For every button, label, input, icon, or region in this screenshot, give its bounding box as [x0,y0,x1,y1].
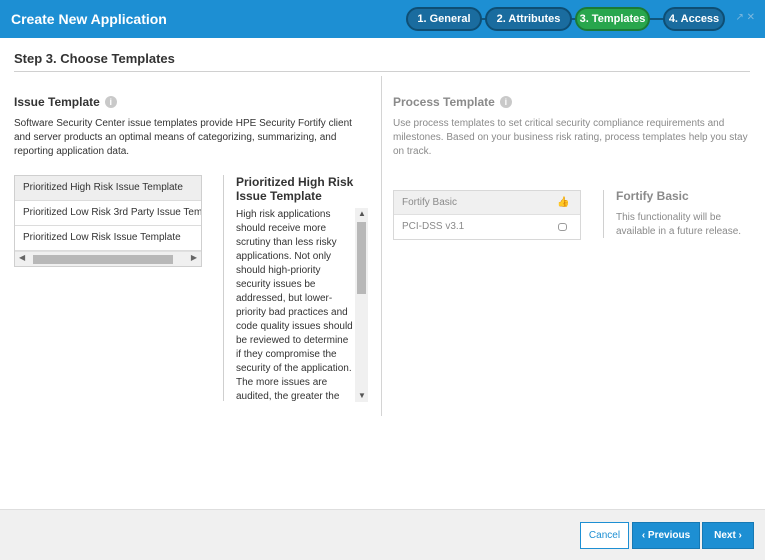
process-template-item[interactable]: Fortify Basic 👍 [394,191,580,215]
scroll-down-icon[interactable]: ▼ [358,391,366,400]
horizontal-scrollbar[interactable]: ◀ ▶ [15,251,201,266]
dialog-title: Create New Application [11,11,167,27]
previous-button[interactable]: ‹ Previous [632,522,700,549]
issue-template-heading: Issue Template i [14,95,117,109]
issue-detail-title: Prioritized High Risk Issue Template [236,175,354,203]
step-templates[interactable]: 3. Templates [575,7,650,31]
radio-icon[interactable] [558,223,567,231]
thumbs-up-icon: 👍 [557,197,570,208]
vertical-scrollbar[interactable]: ▲ ▼ [355,208,368,402]
process-template-title: Process Template [393,95,495,109]
process-template-heading: Process Template i [393,95,512,109]
scroll-left-icon[interactable]: ◀ [19,253,25,262]
process-template-label: Fortify Basic [402,197,458,208]
step-access[interactable]: 4. Access [663,7,725,31]
process-template-item[interactable]: PCI-DSS v3.1 [394,215,580,239]
next-button[interactable]: Next › [702,522,754,549]
scrollbar-thumb[interactable] [33,255,173,264]
issue-detail-text: High risk applications should receive mo… [236,209,353,402]
dialog-header: Create New Application 1. General 2. Att… [0,0,765,38]
process-template-description: Use process templates to set critical se… [393,118,748,157]
process-template-label: PCI-DSS v3.1 [402,221,465,232]
scroll-right-icon[interactable]: ▶ [191,253,197,262]
page-heading: Step 3. Choose Templates [14,51,175,66]
issue-template-item[interactable]: Prioritized High Risk Issue Template [15,176,201,201]
window-controls-icon[interactable]: ↗ ✕ [735,12,755,23]
process-template-list[interactable]: Fortify Basic 👍 PCI-DSS v3.1 [393,190,581,240]
issue-template-title: Issue Template [14,95,100,109]
process-detail-text: This functionality will be available in … [616,212,742,237]
process-detail-divider [603,190,604,238]
issue-detail-panel: High risk applications should receive mo… [236,208,368,402]
detail-divider [223,175,224,401]
step-attributes[interactable]: 2. Attributes [485,7,572,31]
process-detail-title: Fortify Basic [616,189,689,203]
issue-template-description: Software Security Center issue templates… [14,118,352,157]
cancel-button[interactable]: Cancel [580,522,629,549]
issue-template-list[interactable]: Prioritized High Risk Issue Template Pri… [14,175,202,267]
dialog-footer: Cancel ‹ Previous Next › [0,509,765,560]
scrollbar-thumb[interactable] [357,222,366,294]
column-divider [381,76,382,416]
scroll-up-icon[interactable]: ▲ [358,209,366,218]
step-general[interactable]: 1. General [406,7,482,31]
info-icon[interactable]: i [499,96,512,108]
heading-divider [14,71,750,72]
issue-template-item[interactable]: Prioritized Low Risk Issue Template [15,226,201,251]
issue-template-item[interactable]: Prioritized Low Risk 3rd Party Issue Tem… [15,201,201,226]
info-icon[interactable]: i [104,96,117,108]
